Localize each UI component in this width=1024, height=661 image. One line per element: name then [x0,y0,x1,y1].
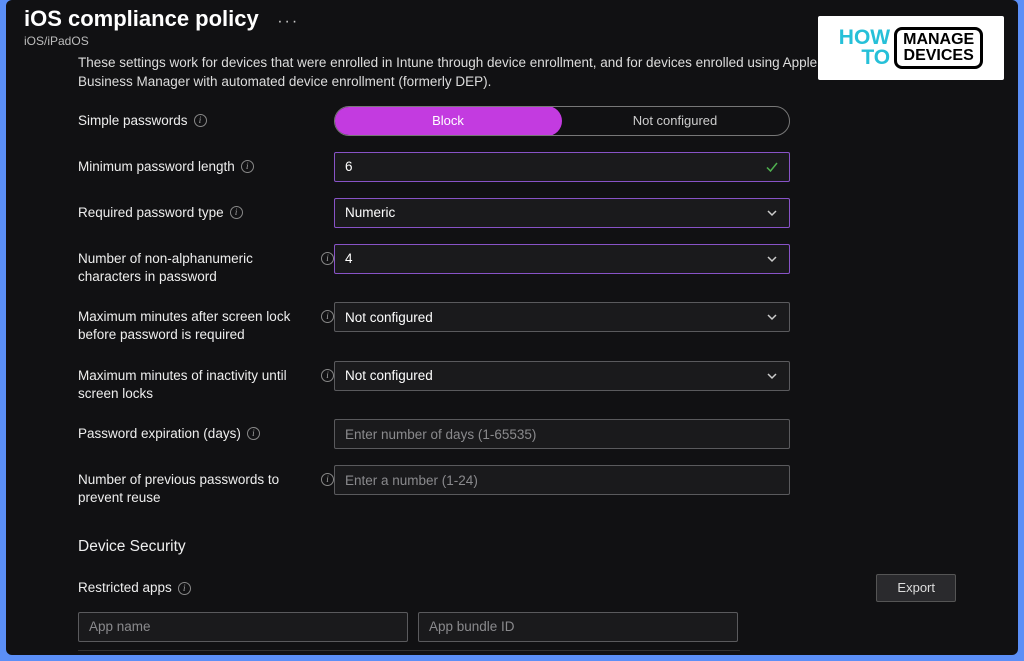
label-max-after-lock: Maximum minutes after screen lock before… [78,308,315,344]
label-min-password-length: Minimum password length [78,158,235,176]
body: These settings work for devices that wer… [6,48,1018,655]
label-password-expiration: Password expiration (days) [78,425,241,443]
bundle-id-input-wrap [418,612,738,642]
row-non-alphanumeric: Number of non-alphanumeric characters in… [78,244,998,286]
chevron-down-icon [765,310,779,324]
required-password-type-select[interactable]: Numeric [334,198,790,228]
divider [78,650,740,651]
export-button[interactable]: Export [876,574,956,602]
app-name-input[interactable] [89,619,397,634]
toggle-option-block[interactable]: Block [334,106,562,136]
toggle-option-not-configured[interactable]: Not configured [561,107,789,135]
row-max-after-lock: Maximum minutes after screen lock before… [78,302,998,344]
info-icon[interactable] [321,310,334,323]
logo-right: MANAGE DEVICES [894,27,983,69]
chevron-down-icon [765,369,779,383]
logo-left: HOW TO [839,28,890,68]
brand-logo: HOW TO MANAGE DEVICES [818,16,1004,80]
info-icon[interactable] [194,114,207,127]
label-previous-passwords: Number of previous passwords to prevent … [78,471,315,507]
chevron-down-icon [765,206,779,220]
select-value: Not configured [345,368,433,383]
label-required-password-type: Required password type [78,204,224,222]
label-non-alphanumeric: Number of non-alphanumeric characters in… [78,250,315,286]
select-value: Not configured [345,310,433,325]
check-icon [765,160,779,174]
previous-passwords-input-wrap [334,465,790,495]
label-max-inactivity: Maximum minutes of inactivity until scre… [78,367,315,403]
row-min-password-length: Minimum password length 6 [78,152,998,182]
row-previous-passwords: Number of previous passwords to prevent … [78,465,998,507]
input-value: 6 [345,159,353,174]
row-simple-passwords: Simple passwords Block Not configured [78,106,998,136]
non-alphanumeric-select[interactable]: 4 [334,244,790,274]
min-password-length-input[interactable]: 6 [334,152,790,182]
previous-passwords-input[interactable] [345,473,779,488]
policy-panel: iOS compliance policy ··· iOS/iPadOS The… [6,0,1018,655]
label-simple-passwords: Simple passwords [78,112,188,130]
row-password-expiration: Password expiration (days) [78,419,998,449]
chevron-down-icon [765,252,779,266]
password-expiration-input[interactable] [345,427,779,442]
info-icon[interactable] [247,427,260,440]
select-value: 4 [345,251,353,266]
info-icon[interactable] [178,582,191,595]
info-icon[interactable] [230,206,243,219]
row-max-inactivity: Maximum minutes of inactivity until scre… [78,361,998,403]
info-icon[interactable] [321,473,334,486]
info-icon[interactable] [321,252,334,265]
row-restricted-apps: Restricted apps Export [78,574,998,602]
bundle-id-input[interactable] [429,619,727,634]
restricted-apps-inputs [78,612,998,642]
device-security-heading: Device Security [78,538,998,556]
password-expiration-input-wrap [334,419,790,449]
page-title: iOS compliance policy [24,6,259,32]
select-value: Numeric [345,205,395,220]
max-inactivity-select[interactable]: Not configured [334,361,790,391]
info-icon[interactable] [321,369,334,382]
row-required-password-type: Required password type Numeric [78,198,998,228]
max-after-lock-select[interactable]: Not configured [334,302,790,332]
more-icon[interactable]: ··· [277,13,299,31]
app-name-input-wrap [78,612,408,642]
simple-passwords-toggle[interactable]: Block Not configured [334,106,790,136]
info-icon[interactable] [241,160,254,173]
label-restricted-apps: Restricted apps [78,580,172,595]
